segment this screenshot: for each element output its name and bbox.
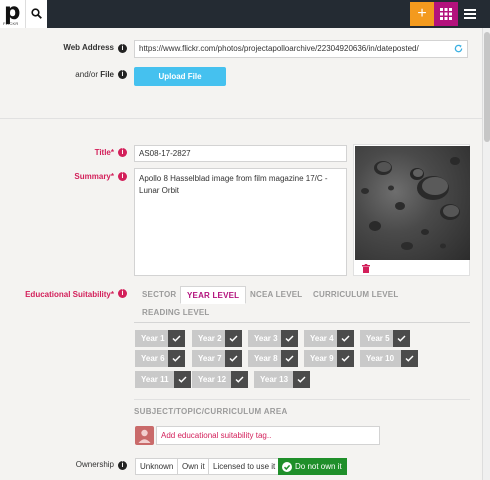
section-divider [0,118,482,119]
ownership-unknown-button[interactable]: Unknown [135,458,179,475]
title-input[interactable]: AS08-17-2827 [134,145,347,162]
tab-sector[interactable]: SECTOR [142,286,176,304]
year-chip[interactable]: Year 3 [248,330,298,347]
web-address-input[interactable]: https://www.flickr.com/photos/projectapo… [134,40,468,58]
year-chip[interactable]: Year 12 [192,371,248,388]
year-chip[interactable]: Year 7 [192,350,242,367]
tab-curriculum-level[interactable]: CURRICULUM LEVEL [313,286,398,304]
educational-tag-input[interactable]: Add educational suitability tag.. [156,426,380,445]
top-navigation-bar: p FLICKR + [0,0,490,28]
year-chip-label: Year 9 [310,354,334,363]
year-chip-label: Year 3 [254,334,278,343]
checkmark-icon[interactable] [293,371,310,388]
file-label-prefix: and/or [75,70,98,79]
year-chip-label: Year 4 [310,334,334,343]
year-chip[interactable]: Year 8 [248,350,298,367]
tab-reading-level[interactable]: READING LEVEL [142,304,210,322]
add-button[interactable]: + [410,2,434,26]
menu-icon-line [464,13,476,15]
checkmark-icon[interactable] [281,350,298,367]
year-chip-label: Year 5 [366,334,390,343]
delete-image-icon[interactable] [362,264,370,273]
year-chip-label: Year 8 [254,354,278,363]
search-icon [31,8,42,19]
ownership-do-not-own-label: Do not own it [295,462,342,471]
year-chip[interactable]: Year 10 [360,350,418,367]
year-chip-label: Year 12 [198,375,227,384]
image-preview [353,144,470,276]
title-label: Title* [94,148,114,157]
avatar-icon [138,429,151,443]
tab-year-level[interactable]: YEAR LEVEL [180,286,247,304]
page-scrollbar[interactable] [482,28,490,480]
year-chip-label: Year 7 [198,354,222,363]
grid-icon [440,8,452,20]
year-chip[interactable]: Year 13 [254,371,310,388]
year-chip[interactable]: Year 2 [192,330,242,347]
year-chip[interactable]: Year 5 [360,330,410,347]
year-chip-label: Year 2 [198,334,222,343]
web-address-info-icon[interactable]: i [118,44,127,53]
year-chip-label: Year 1 [141,334,165,343]
checkmark-icon[interactable] [168,330,185,347]
checkmark-icon[interactable] [174,371,191,388]
year-chip[interactable]: Year 9 [304,350,354,367]
crater-texture [361,157,460,250]
year-chip[interactable]: Year 1 [135,330,185,347]
checkmark-icon[interactable] [225,330,242,347]
subject-section-title: SUBJECT/TOPIC/CURRICULUM AREA [134,407,288,416]
menu-icon-line [464,9,476,11]
summary-textarea[interactable]: Apollo 8 Hasselblad image from film maga… [134,168,347,276]
year-chip-label: Year 6 [141,354,165,363]
summary-label: Summary* [74,172,114,181]
checkmark-icon[interactable] [281,330,298,347]
year-chip-label: Year 10 [366,354,395,363]
search-button[interactable] [25,0,47,28]
educational-suitability-info-icon[interactable]: i [118,289,127,298]
web-address-label: Web Address [63,43,114,52]
year-chip[interactable]: Year 6 [135,350,185,367]
checkmark-icon[interactable] [337,350,354,367]
checkmark-icon[interactable] [231,371,248,388]
ownership-do-not-own-button[interactable]: Do not own it [278,458,347,475]
logo-subtext: FLICKR [3,21,19,26]
hamburger-menu-button[interactable] [458,2,482,26]
ownership-label: Ownership [75,460,114,469]
file-info-icon[interactable]: i [118,70,127,79]
lunar-surface-image [355,146,470,260]
checkmark-icon[interactable] [393,330,410,347]
file-label: and/or File [60,70,114,79]
scrollbar-thumb[interactable] [484,32,490,142]
checkmark-icon[interactable] [225,350,242,367]
check-circle-icon [282,462,292,472]
ownership-own-it-button[interactable]: Own it [177,458,210,475]
subject-divider [134,399,470,400]
tab-ncea-level[interactable]: NCEA LEVEL [250,286,302,304]
site-logo[interactable]: p FLICKR [0,0,25,28]
summary-info-icon[interactable]: i [118,172,127,181]
ownership-info-icon[interactable]: i [118,461,127,470]
user-avatar [135,426,154,445]
title-info-icon[interactable]: i [118,148,127,157]
year-chip[interactable]: Year 4 [304,330,354,347]
upload-file-button[interactable]: Upload File [134,67,226,86]
apps-grid-button[interactable] [434,2,458,26]
checkmark-icon[interactable] [401,350,418,367]
tabs-underline [134,322,470,323]
ownership-licensed-button[interactable]: Licensed to use it [208,458,281,475]
year-chip-label: Year 13 [260,375,289,384]
refresh-icon[interactable] [454,44,463,53]
year-chip-label: Year 11 [141,375,169,384]
year-chip[interactable]: Year 11 [135,371,191,388]
checkmark-icon[interactable] [168,350,185,367]
educational-suitability-label: Educational Suitability* [25,290,114,299]
file-label-text: File [100,70,114,79]
menu-icon-line [464,17,476,19]
checkmark-icon[interactable] [337,330,354,347]
